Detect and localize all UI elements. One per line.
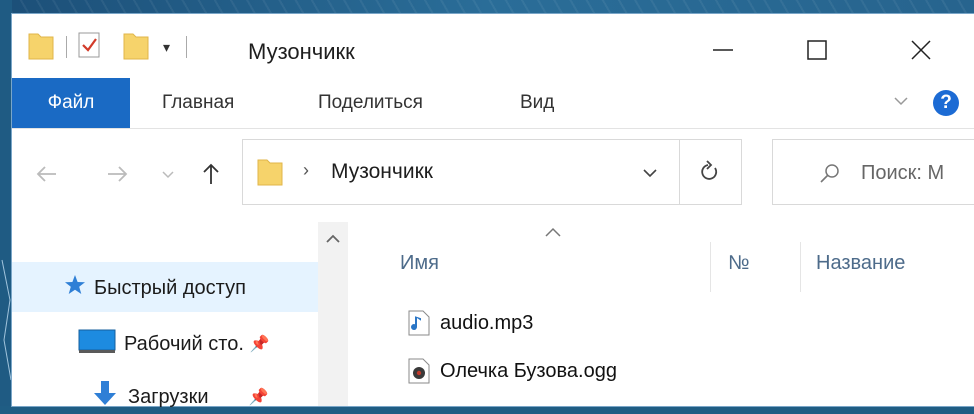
address-bar[interactable]: › Музончикк <box>242 139 680 205</box>
file-row[interactable]: Олечка Бузова.ogg <box>408 358 617 384</box>
tab-share[interactable]: Поделиться <box>318 78 423 128</box>
desktop-left-edge <box>0 0 12 406</box>
file-name: Олечка Бузова.ogg <box>440 359 617 382</box>
audio-file-icon <box>408 310 430 336</box>
maximize-button[interactable] <box>782 22 852 78</box>
title-bar: ▾ Музончикк <box>12 14 974 78</box>
properties-icon[interactable] <box>77 30 103 65</box>
folder-icon <box>257 156 283 191</box>
breadcrumb-folder[interactable]: Музончикк <box>331 160 433 184</box>
minimize-button[interactable] <box>688 22 758 78</box>
star-icon <box>64 274 86 302</box>
toolbar-divider <box>186 36 188 58</box>
close-button[interactable] <box>886 22 956 78</box>
nav-item-quick-access[interactable]: Быстрый доступ <box>64 274 246 302</box>
column-header-title[interactable]: Название <box>816 252 905 275</box>
refresh-button[interactable] <box>679 139 742 205</box>
customize-toolbar-icon[interactable]: ▾ <box>163 39 170 56</box>
file-list: Имя № Название audio.mp3 Олечка Бузова.o… <box>348 222 974 406</box>
pin-icon[interactable]: 📌 <box>250 334 270 354</box>
address-dropdown-icon[interactable] <box>641 164 659 187</box>
file-row[interactable]: audio.mp3 <box>408 310 533 336</box>
search-icon <box>819 162 841 189</box>
file-name: audio.mp3 <box>440 311 534 334</box>
nav-item-desktop[interactable]: Рабочий сто. 📌 <box>78 328 270 360</box>
search-box[interactable]: Поиск: М <box>772 139 974 205</box>
column-divider[interactable] <box>710 242 711 292</box>
media-file-icon <box>408 358 430 384</box>
up-arrow-icon[interactable] <box>198 161 224 193</box>
tab-view[interactable]: Вид <box>520 78 554 128</box>
expand-ribbon-icon[interactable] <box>892 92 910 115</box>
toolbar-divider <box>66 36 67 58</box>
scroll-up-icon[interactable] <box>318 232 348 251</box>
new-folder-icon[interactable] <box>123 30 149 65</box>
pin-icon[interactable]: 📌 <box>249 387 269 407</box>
forward-arrow-icon[interactable] <box>104 161 130 193</box>
nav-item-label: Загрузки <box>128 385 209 408</box>
nav-item-downloads[interactable]: Загрузки 📌 <box>92 380 268 414</box>
window-title: Музончикк <box>248 39 355 64</box>
folder-icon[interactable] <box>28 30 54 65</box>
nav-item-label: Быстрый доступ <box>94 276 246 299</box>
navigation-bar: › Музончикк Поиск: М <box>12 129 974 221</box>
recent-locations-icon[interactable] <box>160 163 176 189</box>
desktop-icon <box>78 328 116 360</box>
download-icon <box>92 380 118 414</box>
column-header-number[interactable]: № <box>728 252 749 275</box>
quick-access-toolbar: ▾ <box>28 30 188 65</box>
column-header-name[interactable]: Имя <box>400 252 439 275</box>
search-input[interactable]: Поиск: М <box>861 162 944 185</box>
breadcrumb-separator[interactable]: › <box>303 160 309 181</box>
tab-home[interactable]: Главная <box>162 78 234 128</box>
help-button[interactable]: ? <box>933 90 959 116</box>
nav-item-label: Рабочий сто. <box>124 332 244 355</box>
back-arrow-icon[interactable] <box>34 161 60 193</box>
tab-file[interactable]: Файл <box>12 78 130 128</box>
sort-ascending-icon <box>544 222 562 245</box>
explorer-window: ▾ Музончикк Файл Главная Поделиться Вид … <box>12 14 974 408</box>
ribbon: Файл Главная Поделиться Вид ? <box>12 78 974 129</box>
column-divider[interactable] <box>800 242 801 292</box>
navigation-pane: Быстрый доступ Рабочий сто. 📌 Загрузки 📌 <box>12 222 348 408</box>
